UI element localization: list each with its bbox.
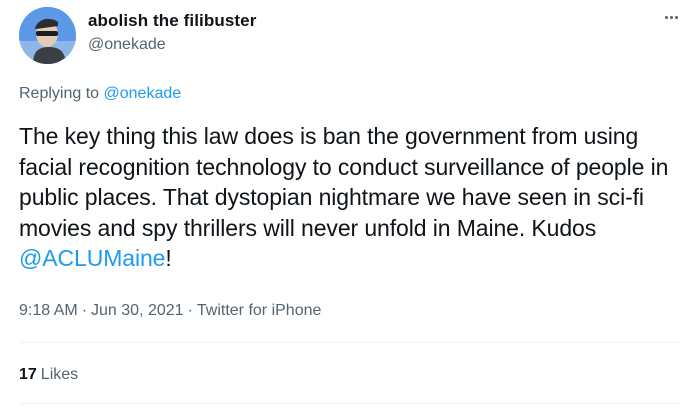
tweet-body-tail: ! [165, 245, 172, 271]
author-display-name[interactable]: abolish the filibuster [88, 11, 256, 31]
more-horizontal-icon [664, 15, 668, 19]
meta-separator: · [187, 302, 193, 319]
likes-count: 17 [19, 366, 37, 383]
more-horizontal-icon-dot [669, 15, 673, 19]
more-horizontal-icon-dot [674, 15, 678, 19]
divider [19, 403, 681, 404]
replying-to-label: Replying to [19, 85, 100, 102]
replying-to-line: Replying to @onekade [19, 85, 181, 103]
divider [19, 342, 681, 343]
author-handle[interactable]: @onekade [88, 36, 166, 54]
avatar-photo [19, 7, 76, 64]
tweet-card: abolish the filibuster @onekade Replying… [0, 0, 700, 411]
mention-link[interactable]: @ACLUMaine [19, 245, 165, 271]
likes-stat[interactable]: 17 Likes [19, 366, 78, 384]
likes-label: Likes [40, 366, 79, 383]
tweet-time[interactable]: 9:18 AM [19, 302, 78, 319]
tweet-body-text: The key thing this law does is ban the g… [19, 123, 669, 241]
replying-to-mention-link[interactable]: @onekade [104, 85, 182, 102]
more-options-button[interactable] [660, 6, 682, 28]
tweet-text: The key thing this law does is ban the g… [19, 121, 689, 274]
meta-separator: · [81, 302, 88, 319]
tweet-source[interactable]: Twitter for iPhone [197, 302, 322, 319]
tweet-meta: 9:18 AM · Jun 30, 2021 · Twitter for iPhone [19, 302, 321, 320]
avatar[interactable] [19, 7, 76, 64]
tweet-date[interactable]: Jun 30, 2021 [91, 302, 184, 319]
